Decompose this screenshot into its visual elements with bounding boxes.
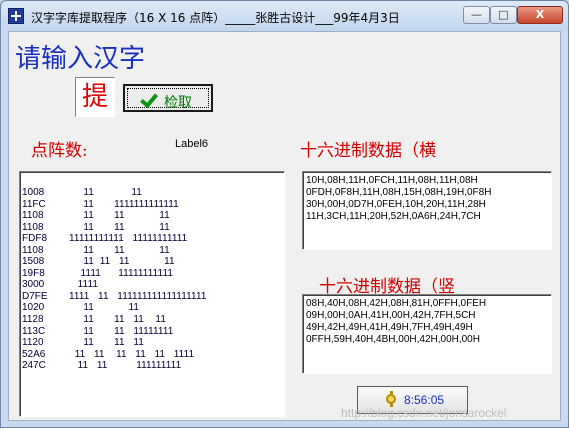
dot-matrix-row: FDF8 11111111111 11111111111 [20,233,207,245]
watch-icon [386,391,396,407]
dot-matrix-row: 1020 11 11 [20,302,207,314]
fetch-button[interactable]: 检取 [123,84,213,112]
row-bit-pattern: 11 11 11 11 11 1111 [69,348,195,360]
hex-horizontal-lines: 10H,08H,11H,0FCH,11H,08H,11H,08H 0FDH,0F8… [306,175,491,223]
row-bit-pattern: 11 11 11 [69,221,170,233]
row-bit-pattern: 11 11 11 11 [69,256,175,268]
dot-matrix-row: 1120 11 11 11 [20,337,207,349]
window-title: 汉字字库提取程序（16 X 16 点阵）_____张胜古设计___99年4月3日 [31,11,400,25]
dot-matrix-row: 247C 11 11 111111111 [20,360,207,372]
app-icon[interactable] [8,8,24,24]
row-bit-pattern: 11 11 11 11 [69,314,167,326]
row-hex-code: 19F8 [22,267,45,279]
row-hex-code: 11FC [22,198,46,210]
dot-matrix-row: 11FC 11 1111111111111 [20,199,207,211]
row-hex-code: 1108 [22,221,44,233]
row-hex-code: 1508 [22,256,45,268]
hex-line: 30H,00H,0D7H,0FEH,10H,20H,11H,28H [306,199,486,210]
label6: Label6 [175,138,209,150]
row-bit-pattern: 11 11 11 [69,210,170,222]
row-bit-pattern: 11 1111111111111 [69,198,179,210]
row-hex-code: 1120 [22,337,44,349]
row-hex-code: D7FE [22,290,48,302]
row-hex-code: 1128 [22,314,44,326]
dot-matrix-label: 点阵数: [31,141,88,161]
dot-matrix-row: 1508 11 11 11 11 [20,256,207,268]
hex-line: 49H,42H,49H,41H,49H,7FH,49H,49H [306,322,473,333]
hex-line: 0FFH,59H,40H,4BH,00H,42H,00H,00H [306,334,480,345]
row-bit-pattern: 11 11 111111111 [69,360,182,372]
fetch-button-label: 检取 [164,95,192,111]
hex-line: 0FDH,0F8H,11H,08H,15H,08H,19H,0F8H [306,187,492,198]
hex-horizontal-label: 十六进制数据（横 [300,141,436,161]
row-bit-pattern: 1111 11111111111 [69,267,174,279]
row-bit-pattern: 11 11 [69,187,142,198]
clock-time: 8:56:05 [404,393,445,407]
row-hex-code: 52A6 [22,348,46,360]
dot-matrix-row: 1108 11 11 11 [20,245,207,257]
dot-matrix-row: 1128 11 11 11 11 [20,314,207,326]
focus-rect: 检取 [127,88,209,111]
hex-horizontal-textbox[interactable]: 10H,08H,11H,0FCH,11H,08H,11H,08H 0FDH,0F8… [302,171,552,250]
row-bit-pattern: 11 11 [69,302,140,314]
char-input[interactable]: 提 [75,77,115,117]
dot-matrix-row: 1008 11 11 [20,187,207,199]
row-hex-code: FDF8 [22,233,47,245]
row-hex-code: 1008 [22,187,45,198]
row-bit-pattern: 11 11 11 [69,337,144,349]
row-bit-pattern: 1111 11 111111111111111111 [69,290,207,302]
hex-line: 08H,40H,08H,42H,08H,81H,0FFH,0FEH [306,298,487,309]
dot-matrix-row: 113C 11 11 11111111 [20,326,207,338]
client-area: 请输入汉字 提 检取 点阵数: Label6 十六进制数据（横 1008 11 … [8,31,561,421]
dot-matrix-row: 3000 1111 [20,279,207,291]
hex-line: 10H,08H,11H,0FCH,11H,08H,11H,08H [306,175,478,186]
close-button[interactable]: X [517,6,563,24]
app-window: 汉字字库提取程序（16 X 16 点阵）_____张胜古设计___99年4月3日… [0,0,569,428]
row-bit-pattern: 1111 [69,279,99,291]
dot-matrix-row: 52A6 11 11 11 11 11 1111 [20,349,207,361]
row-hex-code: 247C [22,360,46,372]
dot-matrix-textbox[interactable]: 1008 11 11 11FC 11 1111111111111 1108 11 1… [19,171,285,417]
title-bar[interactable]: 汉字字库提取程序（16 X 16 点阵）_____张胜古设计___99年4月3日… [1,1,568,31]
dot-matrix-row: 19F8 1111 11111111111 [20,268,207,280]
row-hex-code: 1108 [22,244,44,256]
dot-matrix-row: 1108 11 11 11 [20,210,207,222]
row-hex-code: 1020 [22,302,45,314]
dot-matrix-row: D7FE 1111 11 111111111111111111 [20,291,207,303]
page-title: 请输入汉字 [15,44,146,74]
dot-matrix-row: 1108 11 11 11 [20,222,207,234]
hex-vertical-textbox[interactable]: 08H,40H,08H,42H,08H,81H,0FFH,0FEH 09H,00H… [302,294,552,374]
row-bit-pattern: 11 11 11 [69,244,170,256]
check-icon [140,89,158,109]
row-bit-pattern: 11 11 11111111 [69,325,174,337]
maximize-button[interactable]: □ [490,6,517,24]
row-bit-pattern: 11111111111 11111111111 [69,233,188,245]
row-hex-code: 3000 [22,279,45,291]
minimize-button[interactable]: — [463,6,490,24]
row-hex-code: 113C [22,325,46,337]
hex-vertical-lines: 08H,40H,08H,42H,08H,81H,0FFH,0FEH 09H,00H… [306,298,486,346]
hex-line: 11H,3CH,11H,20H,52H,0A6H,24H,7CH [306,211,481,222]
row-hex-code: 1108 [22,210,44,222]
watermark: http://blog.csdn.net/jonsarockel [341,406,507,420]
dot-matrix-rows: 1008 11 11 11FC 11 1111111111111 1108 11 1… [20,187,207,372]
hex-line: 09H,00H,0AH,41H,00H,42H,7FH,5CH [306,310,476,321]
